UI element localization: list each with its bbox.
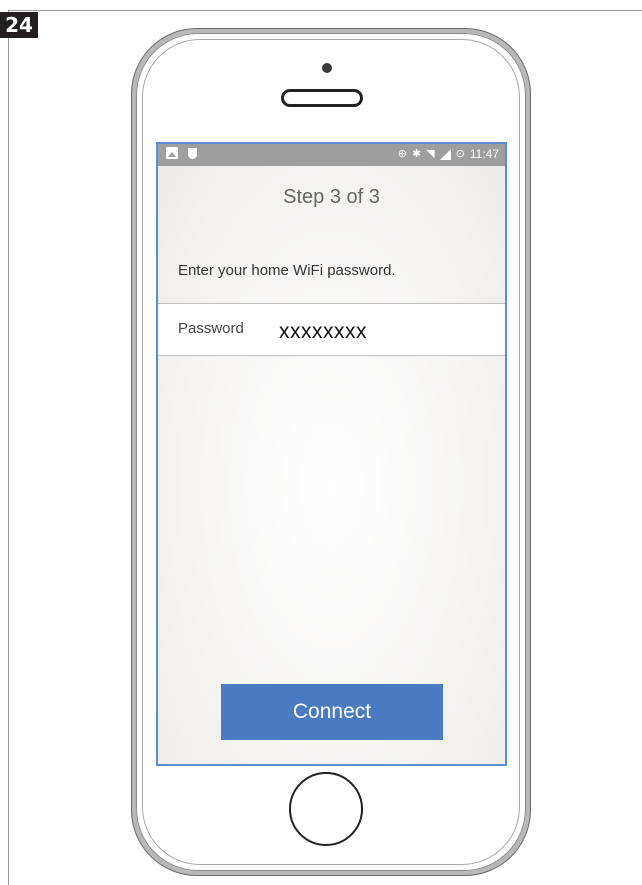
divider-bottom	[158, 355, 505, 356]
status-bar: ⊕ ✱ ◥ ⊙ 11:47	[158, 144, 505, 166]
status-right-icons: ⊕ ✱ ◥ ⊙ 11:47	[398, 147, 499, 161]
shield-icon	[188, 147, 197, 159]
instruction-text: Enter your home WiFi password.	[178, 262, 396, 279]
sync-icon: ⊕	[397, 147, 407, 160]
step-title: Step 3 of 3	[283, 186, 380, 208]
home-button[interactable]	[289, 772, 363, 846]
signal-icon	[439, 148, 451, 160]
password-row: Password	[158, 304, 505, 355]
phone-screen: ⊕ ✱ ◥ ⊙ 11:47 Step 3 of 3 Enter your hom…	[156, 142, 507, 766]
wifi-icon: ◥	[426, 147, 435, 160]
alarm-icon: ⊙	[455, 147, 465, 160]
connect-button[interactable]: Connect	[221, 684, 443, 740]
earpiece-speaker-icon	[281, 89, 363, 107]
status-left-icons	[166, 147, 197, 159]
front-camera-icon	[322, 63, 332, 73]
status-time: 11:47	[469, 147, 499, 161]
password-label: Password	[178, 320, 244, 337]
bluetooth-icon: ✱	[411, 147, 422, 160]
password-input[interactable]	[279, 320, 479, 344]
figure-number-badge: 24	[0, 12, 38, 38]
image-icon	[166, 147, 178, 159]
